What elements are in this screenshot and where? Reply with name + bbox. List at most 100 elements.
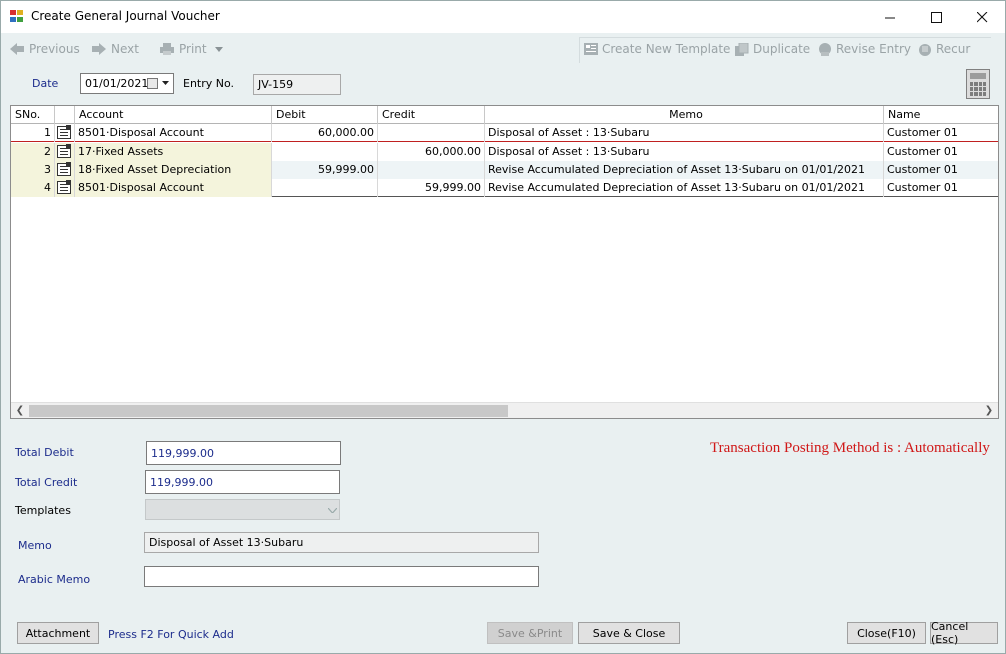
row-debit[interactable] [272, 143, 378, 161]
scroll-left-icon[interactable]: ❮ [12, 404, 28, 418]
horizontal-scrollbar[interactable]: ❮ ❯ [11, 402, 998, 418]
templates-label: Templates [15, 504, 71, 517]
create-template-label: Create New Template [602, 42, 731, 56]
row-account[interactable]: 8501·Disposal Account [75, 179, 272, 197]
row-debit[interactable]: 60,000.00 [272, 124, 378, 142]
row-credit[interactable] [378, 161, 485, 179]
column-header-credit[interactable]: Credit [378, 106, 485, 124]
close-button[interactable]: Close(F10) [847, 622, 926, 644]
template-icon [584, 43, 598, 55]
row-account[interactable]: 17·Fixed Assets [75, 143, 272, 161]
app-icon [10, 10, 24, 23]
printer-icon [160, 43, 174, 55]
minimize-button[interactable] [867, 1, 913, 33]
date-value: 01/01/2021 [85, 77, 149, 90]
previous-label: Previous [29, 42, 80, 56]
window-title: Create General Journal Voucher [31, 9, 220, 23]
duplicate-icon [735, 42, 749, 56]
templates-select[interactable] [145, 499, 340, 520]
recur-button[interactable]: Recur [918, 41, 970, 57]
row-name[interactable]: Customer 01 [884, 124, 998, 142]
cancel-button[interactable]: Cancel (Esc) [930, 620, 998, 646]
revise-icon [819, 42, 831, 56]
scrollbar-thumb[interactable] [29, 405, 508, 417]
table-row[interactable]: 1 8501·Disposal Account 60,000.00 Dispos… [11, 124, 998, 142]
column-header-memo[interactable]: Memo [485, 106, 884, 124]
row-icon-cell[interactable] [55, 179, 75, 197]
total-debit-field: 119,999.00 [146, 441, 341, 465]
duplicate-button[interactable]: Duplicate [735, 41, 810, 57]
row-sno: 4 [11, 179, 55, 197]
scroll-right-icon[interactable]: ❯ [981, 404, 997, 418]
column-header-account[interactable]: Account [75, 106, 272, 124]
row-credit[interactable]: 60,000.00 [378, 143, 485, 161]
previous-button[interactable]: Previous [9, 41, 80, 57]
row-memo[interactable]: Disposal of Asset : 13·Subaru [485, 143, 884, 161]
next-label: Next [111, 42, 139, 56]
arrow-right-icon [92, 43, 106, 55]
row-icon-cell[interactable] [55, 143, 75, 161]
close-icon [976, 11, 987, 22]
row-account[interactable]: 18·Fixed Asset Depreciation [75, 161, 272, 179]
column-header-icon[interactable] [55, 106, 75, 124]
revise-entry-button[interactable]: Revise Entry [818, 41, 911, 57]
calendar-icon[interactable] [147, 78, 158, 89]
print-label: Print [179, 42, 207, 56]
table-row[interactable]: 4 8501·Disposal Account 59,999.00 Revise… [11, 179, 998, 197]
row-debit[interactable] [272, 179, 378, 197]
attachment-button[interactable]: Attachment [17, 622, 99, 644]
arabic-memo-field[interactable] [144, 566, 539, 587]
row-memo[interactable]: Disposal of Asset : 13·Subaru [485, 124, 884, 142]
row-icon-cell[interactable] [55, 124, 75, 142]
chevron-down-icon [162, 81, 169, 85]
row-account[interactable]: 8501·Disposal Account [75, 124, 272, 142]
row-sno: 3 [11, 161, 55, 179]
row-memo[interactable]: Revise Accumulated Depreciation of Asset… [485, 179, 884, 197]
memo-field[interactable]: Disposal of Asset 13·Subaru [144, 532, 539, 553]
calculator-icon[interactable] [966, 69, 990, 99]
row-name[interactable]: Customer 01 [884, 179, 998, 197]
document-icon[interactable] [57, 180, 71, 194]
memo-label: Memo [18, 539, 52, 552]
table-row[interactable]: 3 18·Fixed Asset Depreciation 59,999.00 … [11, 161, 998, 179]
next-button[interactable]: Next [91, 41, 139, 57]
chevron-down-icon [214, 46, 223, 52]
total-credit-value: 119,999.00 [150, 475, 213, 489]
row-memo[interactable]: Revise Accumulated Depreciation of Asset… [485, 161, 884, 179]
row-credit[interactable] [378, 124, 485, 142]
document-icon[interactable] [57, 144, 71, 158]
row-sno: 2 [11, 143, 55, 161]
row-name[interactable]: Customer 01 [884, 143, 998, 161]
journal-voucher-window: Create General Journal Voucher Previous … [0, 0, 1006, 654]
entry-no-label: Entry No. [183, 77, 235, 90]
column-header-debit[interactable]: Debit [272, 106, 378, 124]
total-credit-label: Total Credit [15, 476, 78, 489]
table-row[interactable]: 2 17·Fixed Assets 60,000.00 Disposal of … [11, 143, 998, 161]
column-header-sno[interactable]: SNo. [11, 106, 55, 124]
print-button[interactable]: Print [159, 41, 223, 57]
save-close-button[interactable]: Save & Close [578, 622, 680, 644]
close-window-button[interactable] [959, 1, 1005, 33]
minimize-icon [884, 17, 895, 18]
recur-label: Recur [936, 42, 971, 56]
column-header-name[interactable]: Name [884, 106, 998, 124]
document-icon[interactable] [57, 162, 71, 176]
create-template-button[interactable]: Create New Template [584, 41, 730, 57]
recur-icon [919, 43, 931, 56]
row-icon-cell[interactable] [55, 161, 75, 179]
row-name[interactable]: Customer 01 [884, 161, 998, 179]
maximize-icon [930, 11, 942, 23]
arabic-memo-label: Arabic Memo [18, 573, 91, 586]
row-sno: 1 [11, 124, 55, 142]
row-credit[interactable]: 59,999.00 [378, 179, 485, 197]
arrow-left-icon [10, 43, 24, 55]
total-debit-value: 119,999.00 [151, 446, 214, 460]
journal-lines-grid: SNo. Account Debit Credit Memo Name 1 85… [10, 105, 999, 419]
maximize-button[interactable] [913, 1, 959, 33]
grid-header: SNo. Account Debit Credit Memo Name [11, 106, 998, 124]
save-print-button[interactable]: Save &Print [487, 622, 573, 644]
document-icon[interactable] [57, 125, 71, 139]
date-picker[interactable]: 01/01/2021 [80, 73, 174, 94]
row-debit[interactable]: 59,999.00 [272, 161, 378, 179]
total-credit-field: 119,999.00 [145, 470, 340, 494]
